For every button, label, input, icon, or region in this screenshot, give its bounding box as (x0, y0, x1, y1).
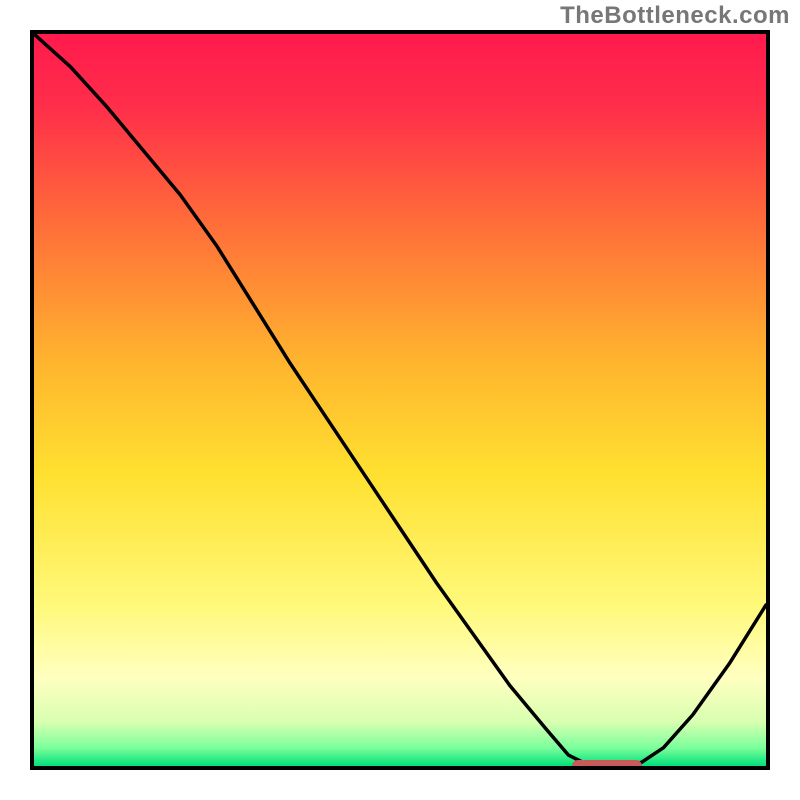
chart-container: TheBottleneck.com (0, 0, 800, 800)
plot-area (30, 30, 770, 770)
watermark-text: TheBottleneck.com (560, 2, 790, 30)
bottleneck-curve (34, 34, 766, 766)
optimal-range-marker (572, 760, 642, 770)
